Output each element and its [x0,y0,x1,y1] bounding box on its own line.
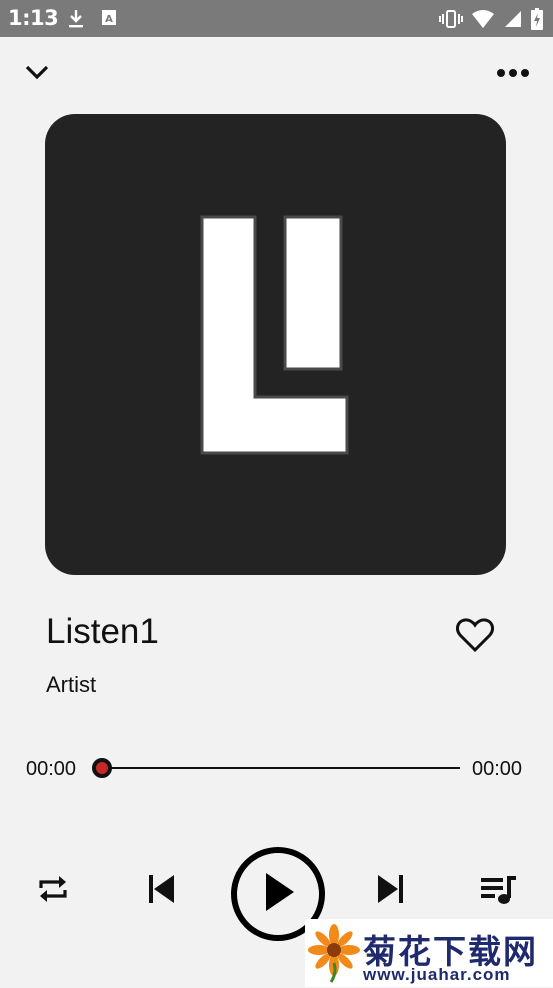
skip-next-icon [373,871,409,912]
seek-thumb[interactable] [92,758,112,778]
heart-outline-icon [455,617,495,658]
keyboard-a-icon: A [100,8,118,35]
previous-button[interactable] [138,866,184,916]
collapse-button[interactable] [15,52,59,96]
watermark: 菊花下载网 www.juahar.com [305,919,553,987]
current-time: 00:00 [26,758,77,780]
seek-bar[interactable] [92,748,464,788]
svg-text:A: A [105,14,113,25]
song-title: Listen1 [46,612,159,651]
more-horizontal-icon [496,65,530,83]
like-button[interactable] [450,612,500,662]
listen1-logo [200,215,349,455]
watermark-url: www.juahar.com [363,965,511,984]
more-options-button[interactable] [491,52,535,96]
play-icon [258,870,298,919]
status-time: 1:13 [8,6,59,30]
playlist-button[interactable] [475,866,521,916]
flower-logo-icon [307,923,361,988]
wifi-icon [471,9,495,34]
download-icon [66,8,86,35]
playlist-icon [478,871,518,912]
skip-previous-icon [143,871,179,912]
total-time: 00:00 [472,758,523,780]
next-button[interactable] [368,866,414,916]
battery-charging-icon [531,8,543,35]
album-art: L [45,114,506,575]
signal-icon [503,9,523,34]
chevron-down-icon [24,63,50,86]
vibrate-icon [439,9,463,34]
artist-name: Artist [46,672,97,697]
status-bar: 1:13 A [0,0,553,37]
repeat-icon [35,871,71,912]
seek-track [100,767,460,769]
repeat-button[interactable] [30,866,76,916]
